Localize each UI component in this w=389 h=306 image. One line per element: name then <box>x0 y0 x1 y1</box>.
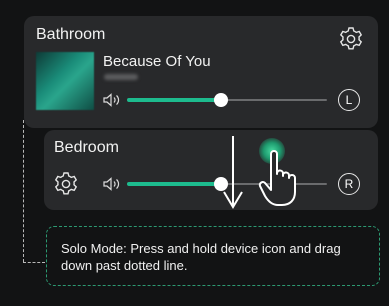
hand-pointer-icon <box>258 150 296 206</box>
channel-right-button[interactable]: R <box>338 173 360 195</box>
volume-slider-fill <box>127 98 221 102</box>
down-arrow-icon <box>223 136 243 209</box>
solo-mode-hint-text: Solo Mode: Press and hold device icon an… <box>61 241 341 273</box>
channel-left-button[interactable]: L <box>338 89 360 111</box>
gear-icon[interactable] <box>53 171 79 197</box>
solo-mode-hint: Solo Mode: Press and hold device icon an… <box>46 226 380 286</box>
solo-dotted-line-vertical <box>23 120 24 262</box>
gear-icon[interactable] <box>338 26 364 52</box>
volume-icon[interactable] <box>102 176 122 192</box>
room-card-bedroom[interactable]: Bedroom R <box>44 130 378 210</box>
room-card-bathroom[interactable]: Bathroom Because Of You L <box>24 16 378 128</box>
volume-slider-fill <box>127 182 221 186</box>
solo-dotted-line-horizontal <box>23 262 45 263</box>
track-title: Because Of You <box>103 53 211 70</box>
volume-slider-handle[interactable] <box>214 93 228 107</box>
artist-name-blurred <box>104 74 138 80</box>
volume-icon[interactable] <box>102 92 122 108</box>
room-name: Bathroom <box>36 26 106 43</box>
volume-slider[interactable] <box>127 93 327 107</box>
room-name: Bedroom <box>54 139 119 156</box>
album-art[interactable] <box>36 52 94 110</box>
